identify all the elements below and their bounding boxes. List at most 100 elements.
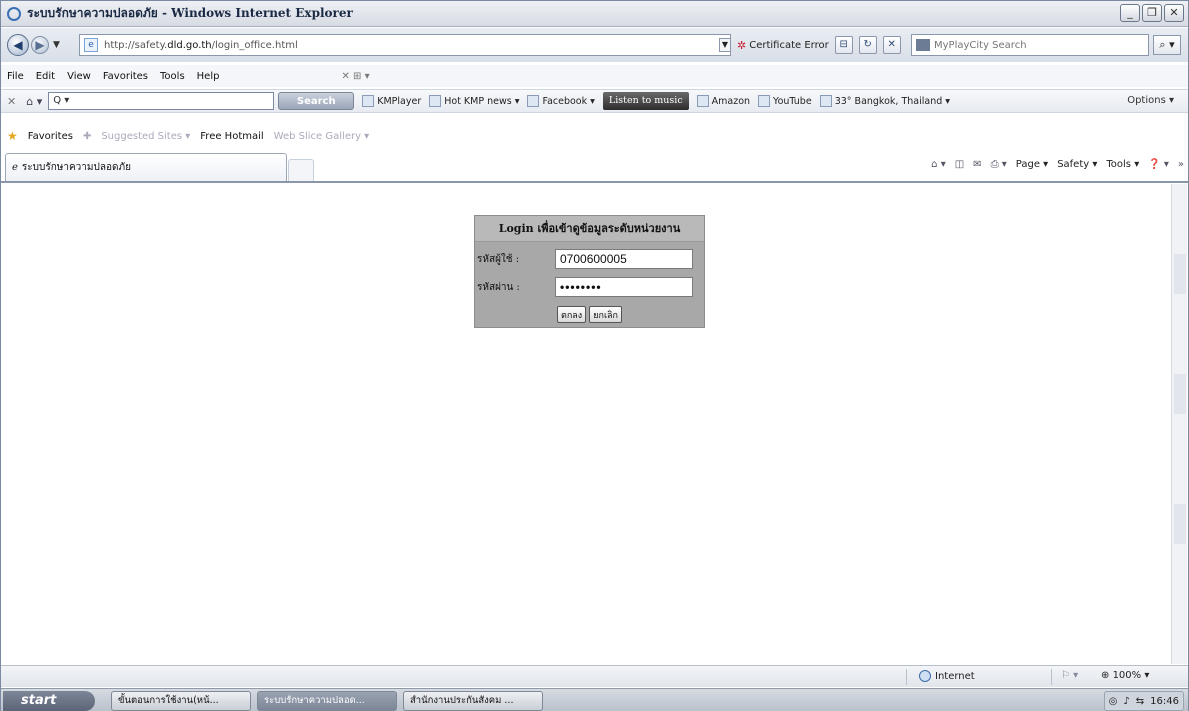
menu-view[interactable]: View: [67, 71, 91, 82]
ie-window: ระบบรักษาความปลอดภัย - Windows Internet …: [0, 0, 1189, 711]
search-button[interactable]: ⌕ ▾: [1153, 35, 1181, 55]
new-tab-button[interactable]: [288, 159, 314, 181]
menu-tools[interactable]: Tools: [160, 71, 185, 82]
ask-logo-icon[interactable]: ⌂ ▾: [26, 95, 42, 108]
zoom-icon: ⊕: [1101, 670, 1113, 681]
toolbar-link-youtube[interactable]: YouTube: [758, 95, 812, 107]
stop-icon[interactable]: ✕: [882, 36, 901, 54]
chevron-more-icon[interactable]: »: [1178, 159, 1184, 170]
fav-free-hotmail[interactable]: Free Hotmail: [200, 131, 263, 142]
start-button[interactable]: start: [3, 691, 95, 711]
hot-kmp-news-label: Hot KMP news ▾: [444, 95, 520, 107]
certificate-error[interactable]: ✲ Certificate Error: [737, 39, 829, 52]
feeds-icon[interactable]: ◫: [955, 159, 964, 170]
fav-suggested-sites[interactable]: Suggested Sites ▾: [101, 131, 190, 142]
close-button[interactable]: ✕: [1164, 4, 1184, 22]
cancel-button[interactable]: ยกเลิก: [589, 306, 622, 323]
weather-label: 33° Bangkok, Thailand ▾: [834, 95, 951, 107]
help-icon[interactable]: ❓ ▾: [1148, 159, 1169, 170]
favorites-bar: ★ Favorites ✚ Suggested Sites ▾ Free Hot…: [1, 125, 1188, 147]
close-toolbar-icon[interactable]: ✕: [7, 95, 16, 108]
username-row: รหัสผู้ใช้ :: [477, 249, 693, 269]
search-box[interactable]: [911, 34, 1149, 56]
taskbar: start ขั้นตอนการใช้งาน(หน้... ระบบรักษาค…: [1, 688, 1188, 711]
toolbar-link-amazon[interactable]: Amazon: [696, 95, 751, 107]
add-favorite-icon[interactable]: ✚: [83, 131, 91, 142]
taskbar-item-ie-current[interactable]: ระบบรักษาความปลอด...: [257, 691, 397, 711]
taskbar-item-ie-sso[interactable]: สำนักงานประกันสังคม ...: [403, 691, 543, 711]
taskbar-item-word[interactable]: ขั้นตอนการใช้งาน(หน้...: [111, 691, 251, 711]
status-separator: [906, 669, 907, 685]
kmplayer-label: KMPlayer: [377, 95, 422, 107]
volume-icon[interactable]: ♪: [1123, 696, 1129, 707]
tab-bar: ℯ ระบบรักษาความปลอดภัย ⌂ ▾ ◫ ✉ ⎙ ▾ Page …: [1, 151, 1188, 183]
listen-to-music-button[interactable]: Listen to music: [602, 92, 689, 110]
page-icon: e: [84, 38, 98, 52]
back-button[interactable]: ◀: [7, 34, 29, 56]
address-input[interactable]: e http://safety.dld.go.th/login_office.h…: [79, 34, 731, 56]
shield-icon: ✲: [737, 38, 747, 52]
fav-web-slice-gallery[interactable]: Web Slice Gallery ▾: [274, 131, 370, 142]
kmplayer-icon: [362, 95, 375, 107]
address-tools: ▼ ✲ Certificate Error ⊟ ↻ ✕: [719, 34, 901, 56]
safety-menu[interactable]: Safety ▾: [1057, 159, 1097, 170]
cert-error-label: Certificate Error: [749, 39, 829, 51]
menu-edit[interactable]: Edit: [36, 71, 55, 82]
tools-menu[interactable]: Tools ▾: [1106, 159, 1139, 170]
login-panel: Login เพื่อเข้าดูข้อมูลระดับหน่วยงาน รหั…: [474, 215, 705, 328]
print-icon[interactable]: ⎙ ▾: [991, 159, 1007, 170]
zoom-value: 100%: [1112, 670, 1142, 681]
toolbar-link-hot-kmp-news[interactable]: Hot KMP news ▾: [429, 95, 519, 107]
mail-icon[interactable]: ✉: [973, 159, 981, 170]
ok-button[interactable]: ตกลง: [557, 306, 587, 323]
youtube-icon: [758, 95, 771, 107]
security-zone[interactable]: Internet: [919, 670, 975, 682]
ask-search-button[interactable]: Search: [278, 92, 355, 110]
username-input[interactable]: [555, 249, 693, 269]
toolbar-link-facebook[interactable]: Facebook ▾: [527, 95, 595, 107]
ask-search-input[interactable]: Q ▾: [48, 92, 275, 110]
username-label: รหัสผู้ใช้ :: [477, 253, 520, 265]
menu-help[interactable]: Help: [197, 71, 220, 82]
url-prefix: http://safety.: [104, 39, 168, 51]
globe-icon: [919, 670, 931, 682]
page-menu[interactable]: Page ▾: [1016, 159, 1048, 170]
news-icon: [429, 95, 442, 107]
clock[interactable]: 16:46: [1150, 696, 1179, 707]
address-dropdown[interactable]: ▼: [719, 38, 731, 52]
vertical-scrollbar[interactable]: [1171, 184, 1187, 664]
tray-app-icon[interactable]: ◎: [1109, 696, 1118, 707]
password-input[interactable]: [555, 277, 693, 297]
address-toolbar: ◀ ▶ ▼ e http://safety.dld.go.th/login_of…: [1, 28, 1188, 62]
amazon-label: Amazon: [711, 95, 751, 107]
scroll-mark: [1174, 504, 1186, 544]
status-separator: [1051, 669, 1052, 685]
minimize-button[interactable]: _: [1120, 4, 1140, 22]
toolbar-link-kmplayer[interactable]: KMPlayer: [362, 95, 421, 107]
zoom-level[interactable]: ⊕ 100% ▾: [1101, 670, 1149, 681]
refresh-icon[interactable]: ↻: [858, 36, 877, 54]
menu-favorites[interactable]: Favorites: [103, 71, 148, 82]
window-controls: _ ❐ ✕: [1120, 4, 1184, 22]
search-input[interactable]: [934, 39, 1134, 51]
translate-icon[interactable]: ✕ ⊞ ▾: [341, 71, 369, 82]
favorites-star-icon[interactable]: ★: [7, 129, 18, 143]
youtube-label: YouTube: [773, 95, 812, 107]
favorites-button[interactable]: Favorites: [28, 131, 73, 142]
forward-button[interactable]: ▶: [31, 36, 49, 54]
network-icon[interactable]: ⇆: [1136, 696, 1144, 707]
protected-mode-icon[interactable]: ⚐ ▾: [1061, 670, 1078, 681]
menu-bar: File Edit View Favorites Tools Help ✕ ⊞ …: [1, 65, 1188, 87]
tab-current[interactable]: ℯ ระบบรักษาความปลอดภัย: [5, 153, 287, 181]
zone-label: Internet: [935, 670, 975, 682]
home-icon[interactable]: ⌂ ▾: [931, 159, 946, 170]
recent-pages-dropdown[interactable]: ▼: [53, 40, 60, 50]
compatibility-icon[interactable]: ⊟: [834, 36, 853, 54]
maximize-button[interactable]: ❐: [1142, 4, 1162, 22]
toolbar-link-weather[interactable]: 33° Bangkok, Thailand ▾: [819, 95, 951, 107]
address-url[interactable]: http://safety.dld.go.th/login_office.htm…: [104, 40, 298, 51]
menu-file[interactable]: File: [7, 71, 24, 82]
tab-title: ระบบรักษาความปลอดภัย: [21, 162, 131, 173]
system-tray: ◎ ♪ ⇆ 16:46: [1103, 691, 1184, 711]
toolbar-options[interactable]: Options ▾: [1127, 95, 1174, 106]
